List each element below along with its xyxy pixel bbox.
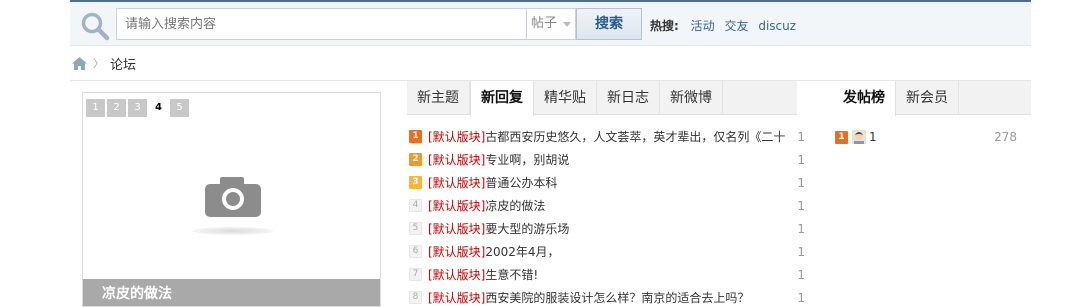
thread-title[interactable]: [默认版块]要大型的游乐场 [428, 220, 785, 237]
thread-title-text[interactable]: 凉皮的做法 [485, 199, 545, 213]
list-item: 4 [默认版块]凉皮的做法 1 [409, 194, 805, 217]
rank-badge: 1 [835, 130, 848, 144]
reply-count: 1 [797, 129, 805, 144]
rank-badge: 2 [409, 153, 422, 166]
pager-button[interactable]: 2 [107, 99, 126, 117]
list-item: 2 [默认版块]专业啊，别胡说 1 [409, 148, 805, 171]
forum-tag[interactable]: [默认版块] [428, 199, 485, 213]
list-item: 7 [默认版块]生意不错! 1 [409, 263, 805, 286]
tab-new-weibo[interactable]: 新微博 [660, 81, 723, 115]
tab-new-threads[interactable]: 新主题 [407, 81, 470, 115]
search-type-select[interactable]: 帖子 [526, 8, 576, 40]
rank-badge: 7 [409, 268, 422, 281]
chevron-down-icon [563, 22, 571, 27]
forum-tag[interactable]: [默认版块] [428, 130, 485, 144]
reply-count: 1 [797, 198, 805, 213]
thread-title[interactable]: [默认版块]专业啊，别胡说 [428, 151, 785, 168]
reply-count: 1 [797, 267, 805, 282]
thread-title[interactable]: [默认版块]2002年4月， [428, 243, 785, 260]
thread-tabs: 新主题 新回复 精华贴 新日志 新微博 [407, 81, 797, 116]
reply-count: 1 [797, 175, 805, 190]
breadcrumb-current[interactable]: 论坛 [110, 54, 136, 73]
reply-count: 1 [797, 152, 805, 167]
rank-badge: 5 [409, 222, 422, 235]
thread-title[interactable]: [默认版块]西安美院的服装设计怎么样？南京的适合去上吗？ [428, 289, 785, 306]
hot-search-link[interactable]: discuz [758, 19, 796, 33]
pager-button[interactable]: 3 [128, 99, 147, 117]
rank-badge: 4 [409, 199, 422, 212]
breadcrumb-separator: 〉 [93, 57, 104, 70]
thread-title-text[interactable]: 古都西安历史悠久，人文荟萃，英才辈出，仅名列《二十 [485, 130, 785, 144]
rank-badge: 8 [409, 291, 422, 304]
camera-icon [205, 177, 261, 217]
list-item: 3 [默认版块]普通公办本科 1 [409, 171, 805, 194]
slide-caption[interactable]: 凉皮的做法 [83, 279, 380, 306]
reply-count: 1 [797, 290, 805, 305]
tab-new-replies[interactable]: 新回复 [470, 81, 534, 116]
hot-search-link[interactable]: 活动 [691, 19, 715, 33]
forum-tag[interactable]: [默认版块] [428, 291, 485, 305]
tab-new-blogs[interactable]: 新日志 [597, 81, 660, 115]
reply-count: 1 [797, 221, 805, 236]
image-slideshow[interactable]: 1 2 3 4 5 凉皮的做法 [82, 92, 381, 307]
breadcrumb: 〉 论坛 [72, 54, 136, 73]
home-icon[interactable] [72, 56, 87, 70]
member-tabs: 发帖榜 新会员 [833, 81, 1031, 116]
list-item: 8 [默认版块]西安美院的服装设计怎么样？南京的适合去上吗？ 1 [409, 286, 805, 307]
forum-tag[interactable]: [默认版块] [428, 268, 485, 282]
list-item: 1 [默认版块]古都西安历史悠久，人文荟萃，英才辈出，仅名列《二十 1 [409, 125, 805, 148]
list-item: 6 [默认版块]2002年4月， 1 [409, 240, 805, 263]
forum-tag[interactable]: [默认版块] [428, 245, 485, 259]
hot-search-link[interactable]: 交友 [724, 19, 748, 33]
rank-badge: 6 [409, 245, 422, 258]
thread-list: 1 [默认版块]古都西安历史悠久，人文荟萃，英才辈出，仅名列《二十 1 2 [默… [409, 125, 805, 307]
avatar-icon[interactable] [852, 130, 866, 144]
list-item: 5 [默认版块]要大型的游乐场 1 [409, 217, 805, 240]
forum-tag[interactable]: [默认版块] [428, 176, 485, 190]
reply-count: 1 [797, 244, 805, 259]
pager-button[interactable]: 5 [170, 99, 189, 117]
camera-shadow [193, 227, 273, 235]
tab-top-posters[interactable]: 发帖榜 [833, 81, 896, 116]
tab-featured[interactable]: 精华贴 [534, 81, 597, 115]
thread-title-text[interactable]: 生意不错! [485, 268, 538, 282]
thread-title[interactable]: [默认版块]生意不错! [428, 266, 785, 283]
hot-search: 热搜: 活动 交友 discuz [650, 17, 802, 34]
search-button[interactable]: 搜索 [576, 8, 642, 40]
pager-button[interactable]: 1 [86, 99, 105, 117]
thread-title[interactable]: [默认版块]古都西安历史悠久，人文荟萃，英才辈出，仅名列《二十 [428, 128, 785, 145]
thread-title[interactable]: [默认版块]凉皮的做法 [428, 197, 785, 214]
thread-title-text[interactable]: 西安美院的服装设计怎么样？南京的适合去上吗？ [485, 291, 749, 305]
tab-new-members[interactable]: 新会员 [896, 81, 959, 115]
thread-title-text[interactable]: 2002年4月， [485, 245, 559, 259]
thread-title-text[interactable]: 专业啊，别胡说 [485, 153, 569, 167]
search-icon[interactable] [80, 11, 110, 41]
thread-title-text[interactable]: 普通公办本科 [485, 176, 557, 190]
rank-badge: 1 [409, 130, 422, 143]
rank-badge: 3 [409, 176, 422, 189]
post-count: 278 [994, 130, 1017, 144]
top-poster-row: 1 1 278 [835, 128, 1017, 146]
search-bar: 帖子 搜索 热搜: 活动 交友 discuz [70, 2, 1031, 46]
pager-button-current[interactable]: 4 [149, 99, 168, 117]
poster-name[interactable]: 1 [869, 130, 877, 144]
search-type-label: 帖子 [531, 16, 558, 31]
forum-tag[interactable]: [默认版块] [428, 153, 485, 167]
forum-tag[interactable]: [默认版块] [428, 222, 485, 236]
search-input[interactable] [116, 8, 526, 40]
thread-title[interactable]: [默认版块]普通公办本科 [428, 174, 785, 191]
slideshow-pager: 1 2 3 4 5 [86, 99, 191, 117]
thread-title-text[interactable]: 要大型的游乐场 [485, 222, 569, 236]
hot-search-label: 热搜: [650, 19, 679, 33]
